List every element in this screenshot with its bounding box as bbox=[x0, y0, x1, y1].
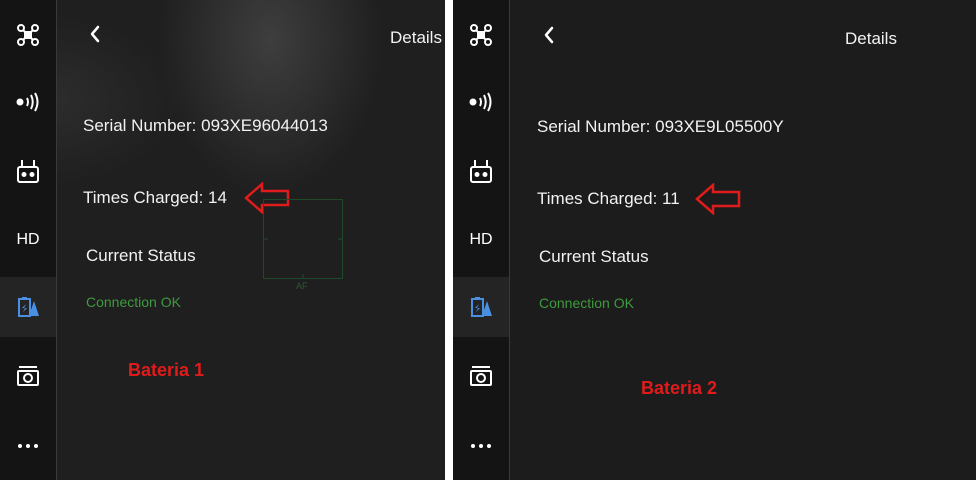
sidebar-item-camera[interactable] bbox=[453, 346, 509, 406]
sidebar: HD bbox=[0, 0, 57, 480]
chevron-left-icon bbox=[89, 25, 101, 48]
serial-number-value: 093XE9L05500Y bbox=[655, 117, 784, 136]
serial-number-label: Serial Number: bbox=[537, 117, 651, 136]
sidebar-item-camera[interactable] bbox=[0, 346, 56, 406]
hd-icon: HD bbox=[469, 231, 493, 248]
camera-icon bbox=[469, 365, 493, 387]
page-title: Details bbox=[390, 28, 442, 47]
battery-annotation-label: Bateria 1 bbox=[128, 360, 205, 380]
times-charged-value: 11 bbox=[662, 189, 680, 208]
times-charged-row: Times Charged: 14 bbox=[83, 188, 227, 208]
connection-status: Connection OK bbox=[539, 295, 634, 311]
drone-icon bbox=[469, 23, 493, 47]
sidebar-item-remote[interactable] bbox=[0, 142, 56, 202]
af-focus-frame bbox=[263, 199, 343, 279]
serial-number-row: Serial Number: 093XE96044013 bbox=[83, 116, 328, 136]
sidebar-item-battery[interactable] bbox=[0, 277, 56, 337]
current-status-heading: Current Status bbox=[539, 247, 649, 266]
back-button[interactable] bbox=[83, 24, 107, 48]
times-charged-row: Times Charged: 11 bbox=[537, 189, 680, 209]
battery-details-panel-1: HD Details Serial Number: 093XE96044013 … bbox=[0, 0, 445, 480]
times-charged-value: 14 bbox=[208, 188, 227, 207]
drone-icon bbox=[16, 23, 40, 47]
camera-feed-background bbox=[0, 0, 445, 480]
sidebar-item-aircraft[interactable] bbox=[453, 5, 509, 65]
times-charged-label: Times Charged: bbox=[83, 188, 204, 207]
af-label: AF bbox=[296, 281, 308, 291]
remote-controller-icon bbox=[16, 159, 40, 185]
remote-controller-icon bbox=[469, 159, 493, 185]
connection-status: Connection OK bbox=[86, 294, 181, 310]
battery-icon bbox=[16, 295, 40, 319]
sidebar-item-battery[interactable] bbox=[453, 277, 509, 337]
signal-icon bbox=[468, 92, 494, 112]
sidebar-item-more[interactable] bbox=[453, 416, 509, 476]
more-icon bbox=[16, 443, 40, 449]
sidebar-item-more[interactable] bbox=[0, 416, 56, 476]
battery-details-panel-2: HD Details Serial Number: 093XE9L05500Y … bbox=[453, 0, 976, 480]
times-charged-label: Times Charged: bbox=[537, 189, 658, 208]
battery-icon bbox=[469, 295, 493, 319]
sidebar-item-aircraft[interactable] bbox=[0, 5, 56, 65]
serial-number-label: Serial Number: bbox=[83, 116, 197, 135]
current-status-heading: Current Status bbox=[86, 246, 196, 265]
battery-annotation-label: Bateria 2 bbox=[641, 378, 718, 398]
chevron-left-icon bbox=[543, 26, 555, 49]
page-title: Details bbox=[845, 29, 897, 48]
sidebar-item-remote[interactable] bbox=[453, 142, 509, 202]
serial-number-value: 093XE96044013 bbox=[201, 116, 328, 135]
sidebar-item-signal[interactable] bbox=[0, 72, 56, 132]
camera-icon bbox=[16, 365, 40, 387]
sidebar-item-signal[interactable] bbox=[453, 72, 509, 132]
signal-icon bbox=[15, 92, 41, 112]
annotation-arrow-left bbox=[695, 183, 741, 215]
serial-number-row: Serial Number: 093XE9L05500Y bbox=[537, 117, 784, 137]
hd-icon: HD bbox=[16, 231, 40, 248]
more-icon bbox=[469, 443, 493, 449]
back-button[interactable] bbox=[537, 25, 561, 49]
sidebar-item-hd[interactable]: HD bbox=[0, 210, 56, 270]
sidebar-item-hd[interactable]: HD bbox=[453, 210, 509, 270]
sidebar: HD bbox=[453, 0, 510, 480]
